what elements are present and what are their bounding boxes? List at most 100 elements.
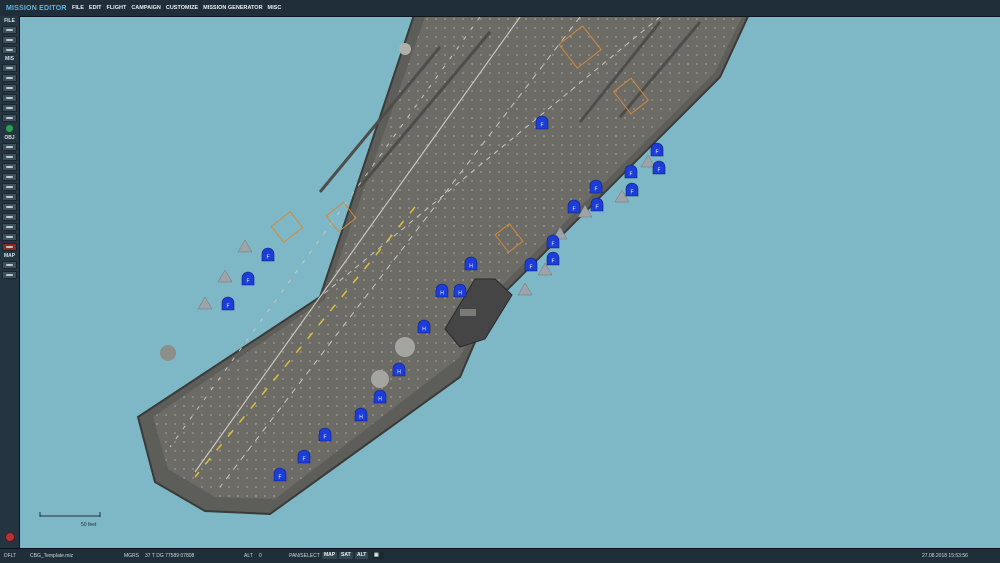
add-vehicle-button[interactable] — [2, 173, 17, 181]
unit-marker-label: H — [378, 397, 382, 403]
map-options-button[interactable] — [2, 261, 17, 269]
unit-marker-label: F — [629, 172, 632, 178]
edit-mode: PAN/SELECT — [289, 553, 320, 559]
unit-marker[interactable]: F — [590, 197, 604, 212]
check-icon — [6, 117, 13, 119]
unit-marker[interactable]: H — [435, 283, 449, 298]
fly-mission-icon[interactable] — [5, 124, 14, 133]
unit-marker[interactable]: F — [241, 271, 255, 286]
save-icon — [6, 49, 13, 51]
unit-marker-label: H — [458, 291, 462, 297]
map-view-button[interactable]: MAP — [322, 552, 338, 559]
unit-marker[interactable]: H — [392, 362, 406, 377]
goals-icon — [6, 67, 13, 69]
template-icon — [6, 206, 13, 208]
altitude-view-button[interactable]: ALT — [355, 552, 369, 559]
app-title: MISSION EDITOR — [6, 4, 67, 12]
island-detail — [460, 309, 476, 316]
menu-mission-generator[interactable]: MISSION GENERATOR — [203, 5, 262, 11]
unit-marker-label: F — [630, 190, 633, 196]
menu-campaign[interactable]: CAMPAIGN — [131, 5, 161, 11]
resources-button[interactable] — [2, 94, 17, 102]
unit-marker[interactable]: F — [546, 251, 560, 266]
toolbar-section-file: FILE — [4, 18, 15, 24]
ship-icon — [6, 166, 13, 168]
map-options-icon — [6, 264, 13, 266]
menu-flight[interactable]: FLIGHT — [106, 5, 126, 11]
menu-file[interactable]: FILE — [72, 5, 84, 11]
unit-marker[interactable]: F — [652, 160, 666, 175]
static-object-icon — [6, 186, 13, 188]
unit-marker[interactable]: H — [464, 256, 478, 271]
map-view[interactable]: F F F F F F F F F F H H H H H H H F F F F F F F 50 feet — [20, 17, 1000, 548]
add-ship-button[interactable] — [2, 163, 17, 171]
unit-marker-label: F — [226, 304, 229, 310]
briefing-button[interactable] — [2, 104, 17, 112]
deck-object — [399, 43, 411, 55]
ruler-button[interactable] — [2, 271, 17, 279]
weather-icon — [6, 77, 13, 79]
main-menu: FILE EDIT FLIGHT CAMPAIGN CUSTOMIZE MISS… — [72, 5, 281, 11]
add-zone-button[interactable] — [2, 193, 17, 201]
unit-marker[interactable]: F — [624, 164, 638, 179]
satellite-view-button[interactable]: SAT — [339, 552, 353, 559]
bullseye-icon — [6, 236, 13, 238]
add-airfield-button[interactable] — [2, 213, 17, 221]
coordinate-system[interactable]: MGRS — [124, 553, 139, 559]
unit-marker-label: F — [302, 457, 305, 463]
deck-object — [395, 337, 415, 357]
menu-edit[interactable]: EDIT — [89, 5, 102, 11]
add-helicopter-button[interactable] — [2, 153, 17, 161]
unit-marker-label: F — [551, 242, 554, 248]
unit-marker[interactable]: F — [524, 257, 538, 272]
unit-marker[interactable]: F — [589, 179, 603, 194]
open-mission-button[interactable] — [2, 36, 17, 44]
add-nav-point-button[interactable] — [2, 223, 17, 231]
goals-button[interactable] — [2, 64, 17, 72]
unit-marker[interactable]: F — [546, 234, 560, 249]
add-plane-button[interactable] — [2, 143, 17, 151]
unit-marker[interactable]: F — [625, 182, 639, 197]
nav-point-icon — [6, 226, 13, 228]
new-icon — [6, 29, 13, 31]
delete-object-button[interactable] — [2, 243, 17, 251]
vehicle-icon — [6, 176, 13, 178]
unit-marker[interactable]: F — [221, 296, 235, 311]
altitude-label: ALT — [244, 553, 253, 559]
unit-marker[interactable]: H — [373, 389, 387, 404]
unit-marker[interactable]: F — [567, 199, 581, 214]
unit-marker-label: F — [572, 207, 575, 213]
unit-marker-label: H — [422, 327, 426, 333]
unit-marker[interactable]: H — [453, 283, 467, 298]
menu-misc[interactable]: MISC — [268, 5, 282, 11]
trigger-icon — [6, 87, 13, 89]
menu-customize[interactable]: CUSTOMIZE — [166, 5, 198, 11]
add-bullseye-button[interactable] — [2, 233, 17, 241]
check-button[interactable] — [2, 114, 17, 122]
unit-marker[interactable]: H — [417, 319, 431, 334]
weather-button[interactable] — [2, 74, 17, 82]
briefing-icon — [6, 107, 13, 109]
unit-marker-label: F — [529, 265, 532, 271]
save-mission-button[interactable] — [2, 46, 17, 54]
record-icon[interactable] — [5, 532, 15, 542]
altitude-value: 0 — [259, 553, 262, 559]
unit-marker[interactable]: F — [535, 115, 549, 130]
ruler-icon — [6, 274, 13, 276]
add-static-button[interactable] — [2, 183, 17, 191]
unit-marker[interactable]: F — [318, 427, 332, 442]
unit-marker[interactable]: F — [261, 247, 275, 262]
map-canvas[interactable]: F F F F F F F F F F H H H H H H H F F F F F F F — [20, 17, 1000, 548]
unit-marker-label: H — [359, 415, 363, 421]
scale-label: 50 feet — [81, 522, 97, 528]
unit-marker[interactable]: F — [297, 449, 311, 464]
unit-marker[interactable]: F — [273, 467, 287, 482]
unit-marker-label: H — [397, 370, 401, 376]
triggers-button[interactable] — [2, 84, 17, 92]
camera-icon[interactable]: ▣ — [372, 552, 384, 559]
new-mission-button[interactable] — [2, 26, 17, 34]
unit-marker[interactable]: H — [354, 407, 368, 422]
unit-marker-label: F — [278, 475, 281, 481]
add-template-button[interactable] — [2, 203, 17, 211]
unit-marker[interactable]: F — [650, 142, 664, 157]
